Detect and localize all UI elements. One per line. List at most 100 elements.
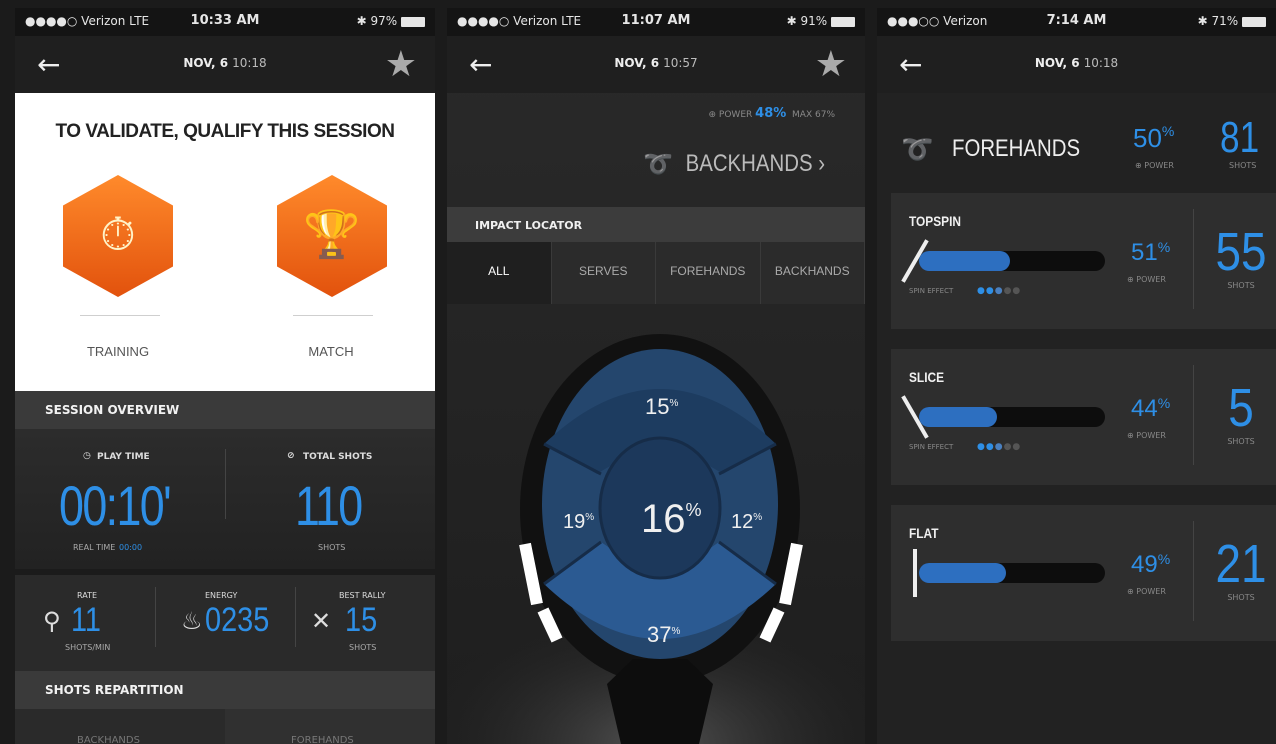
- stroke-tabs: ALL SERVES FOREHANDS BACKHANDS: [447, 242, 865, 304]
- spin-dots: ●●●●●: [977, 442, 1022, 452]
- power-bar-fill: [919, 407, 998, 427]
- card-shots-label: SHOTS: [1227, 593, 1255, 602]
- card-power: 49%: [1131, 551, 1171, 578]
- stroke-card-flat[interactable]: FLAT 49% ⊕ POWER 21 SHOTS: [891, 505, 1276, 641]
- forehands-detail-screen: ●●●○○ Verizon 7:14 AM ✱ 71% ← NOV, 6 10:1…: [877, 8, 1276, 744]
- forehands-shots: 81: [1220, 113, 1260, 162]
- status-bar: ●●●○○ Verizon 7:14 AM ✱ 71%: [877, 8, 1276, 36]
- divider: [1193, 365, 1194, 465]
- battery-icon: [1242, 16, 1266, 27]
- nav-time: 10:57: [663, 56, 698, 70]
- nav-date: NOV, 6: [1034, 56, 1080, 70]
- stroke-title: BACKHANDS: [685, 150, 813, 177]
- favorite-star-icon[interactable]: ★: [385, 44, 417, 85]
- training-button[interactable]: ⏱: [63, 175, 173, 297]
- stopwatch-icon: ⏱: [100, 207, 136, 261]
- card-power-label: ⊕ POWER: [1127, 431, 1166, 440]
- battery-status: ✱ 91%: [787, 14, 855, 28]
- power-bar: [919, 251, 1105, 271]
- card-shots-label: SHOTS: [1227, 437, 1255, 446]
- tab-backhands[interactable]: BACKHANDS: [761, 242, 865, 304]
- backhand-stroke-icon: ➰: [643, 150, 673, 178]
- rate-label: RATE: [77, 591, 98, 600]
- nav-date: NOV, 6: [183, 56, 229, 70]
- nav-bar: ← NOV, 6 10:18: [877, 36, 1276, 93]
- match-label: MATCH: [308, 344, 354, 359]
- spin-effect-label: SPIN EFFECT: [909, 287, 954, 295]
- session-overview: ◷ PLAY TIME 00:10' REAL TIME 00:00 ⊘ TOT…: [15, 429, 435, 569]
- ball-icon: ⊘: [287, 451, 295, 461]
- tab-forehands[interactable]: FOREHANDS: [656, 242, 761, 304]
- battery-icon: [401, 16, 425, 27]
- totalshots-label: TOTAL SHOTS: [303, 452, 373, 462]
- impact-locator-screen: ●●●●○ Verizon LTE 11:07 AM ✱ 91% ← NOV, …: [447, 8, 865, 744]
- flame-icon: ♨: [181, 607, 203, 635]
- rally-unit: SHOTS: [349, 643, 377, 652]
- card-title: SLICE: [909, 369, 945, 385]
- rate-value: 11: [71, 601, 102, 639]
- realtime-value: 00:00: [119, 543, 143, 552]
- nav-time: 10:18: [1083, 56, 1119, 70]
- divider: [225, 449, 226, 519]
- session-datetime: NOV, 6 10:18: [15, 56, 435, 70]
- divider: [1193, 209, 1194, 309]
- nav-bar: ← NOV, 6 10:18 ★: [15, 36, 435, 93]
- qualify-panel: TO VALIDATE, QUALIFY THIS SESSION ⏱ 🏆 TR…: [15, 93, 435, 391]
- rally-value: 15: [345, 601, 378, 639]
- match-button[interactable]: 🏆: [277, 175, 387, 297]
- racket-impact-diagram: 15% 19% 16% 12% 37%: [447, 334, 865, 744]
- max-label: MAX: [792, 110, 813, 120]
- impact-locator-header: IMPACT LOCATOR: [447, 207, 865, 242]
- repartition-backhands: BACKHANDS: [77, 735, 140, 744]
- status-bar: ●●●●○ Verizon LTE 10:33 AM ✱ 97%: [15, 8, 435, 36]
- max-value: 67: [814, 110, 827, 120]
- tab-serves[interactable]: SERVES: [552, 242, 656, 304]
- repartition-row: BACKHANDS FOREHANDS: [15, 709, 435, 744]
- stroke-selector[interactable]: BACKHANDS ›: [686, 150, 825, 178]
- stroke-card-topspin[interactable]: TOPSPIN SPIN EFFECT ●●●●● 51% ⊕ POWER 55…: [891, 193, 1276, 329]
- nav-time: 10:18: [232, 56, 267, 70]
- rate-unit: SHOTS/MIN: [65, 643, 111, 652]
- playtime-value: 00:10': [59, 474, 172, 537]
- battery-percent: ✱ 97%: [356, 14, 398, 28]
- power-bar: [919, 563, 1105, 583]
- card-shots: 21: [1215, 534, 1267, 594]
- forehands-summary: ➰ FOREHANDS 50% ⊕ POWER 81 SHOTS: [877, 93, 1276, 189]
- tab-all[interactable]: ALL: [447, 242, 552, 304]
- favorite-star-icon[interactable]: ★: [815, 44, 847, 85]
- racket-throat: [607, 659, 713, 744]
- card-power: 51%: [1131, 239, 1171, 266]
- power-label: POWER: [718, 110, 753, 120]
- card-title: TOPSPIN: [909, 213, 962, 229]
- training-label: TRAINING: [86, 344, 150, 359]
- metrics-row: RATE ⚲ 11 SHOTS/MIN ENERGY ♨ 0235 BEST R…: [15, 575, 435, 671]
- card-power-label: ⊕ POWER: [1127, 275, 1166, 284]
- realtime-label: REAL TIME: [73, 543, 116, 552]
- battery-status: ✱ 71%: [1198, 14, 1266, 28]
- nav-date: NOV, 6: [614, 56, 660, 70]
- power-bar-fill: [919, 251, 1011, 271]
- card-power: 44%: [1131, 395, 1171, 422]
- racket-angle-icon: [913, 549, 917, 597]
- session-summary-screen: ●●●●○ Verizon LTE 10:33 AM ✱ 97% ← NOV, …: [15, 8, 435, 744]
- clock-icon: ◷: [83, 451, 91, 461]
- forehands-power: 50%: [1133, 123, 1175, 153]
- spin-effect-label: SPIN EFFECT: [909, 443, 954, 451]
- shots-repartition-header: SHOTS REPARTITION: [15, 671, 435, 709]
- card-title: FLAT: [909, 525, 939, 541]
- crossed-rackets-icon: ✕: [311, 607, 332, 635]
- racket-icon: ⚲: [43, 607, 61, 635]
- card-shots-label: SHOTS: [1227, 281, 1255, 290]
- battery-icon: [831, 16, 855, 27]
- energy-value: 0235: [205, 601, 270, 639]
- nav-bar: ← NOV, 6 10:57 ★: [447, 36, 865, 93]
- card-shots: 5: [1228, 378, 1254, 438]
- divider: [1193, 521, 1194, 621]
- battery-status: ✱ 97%: [357, 14, 425, 28]
- forehands-shots-label: SHOTS: [1229, 161, 1257, 170]
- power-icon: ⊕: [708, 110, 717, 120]
- divider: [80, 315, 160, 316]
- stroke-card-slice[interactable]: SLICE SPIN EFFECT ●●●●● 44% ⊕ POWER 5 SH…: [891, 349, 1276, 485]
- session-datetime: NOV, 6 10:18: [877, 56, 1276, 70]
- divider: [293, 315, 373, 316]
